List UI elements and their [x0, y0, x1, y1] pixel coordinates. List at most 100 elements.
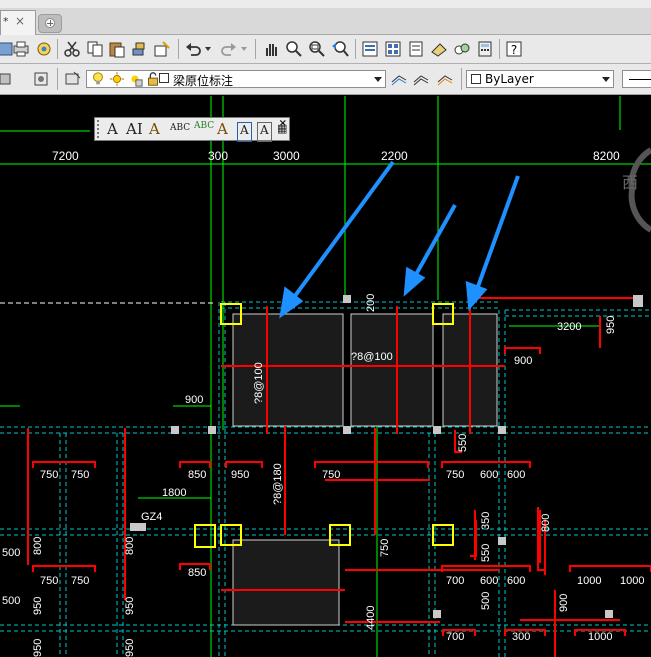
drawing-canvas[interactable]: 西 7200 300 3000 2200 8200 200 3200 950 9…	[0, 95, 651, 657]
tool-palettes-icon[interactable]	[407, 40, 425, 58]
spell-check-icon[interactable]: ABC	[194, 121, 214, 139]
slab-rebar-label: ?8@100	[351, 351, 393, 363]
dim-300: 300	[208, 149, 228, 163]
single-line-text-icon[interactable]: AI	[126, 120, 143, 138]
dim-2200: 2200	[381, 149, 408, 163]
justify-text-icon[interactable]: A	[257, 122, 272, 142]
dim-label: 600	[507, 469, 525, 481]
publish-icon[interactable]	[35, 40, 53, 58]
dim-label: 950	[124, 597, 136, 615]
layer-combo-value: 梁原位标注	[173, 74, 234, 88]
make-object-layer-current-icon[interactable]	[390, 70, 408, 88]
block-editor-icon[interactable]	[153, 40, 171, 58]
layers-toolbar: 梁原位标注 ByLayer	[0, 64, 651, 95]
text-style-icon[interactable]: A	[217, 120, 228, 138]
dim-label: 950	[231, 469, 249, 481]
layer-manager-icon[interactable]	[0, 70, 12, 88]
dim-label: 750	[40, 469, 58, 481]
dim-label: 800	[32, 537, 44, 555]
toolbar-grip[interactable]	[97, 120, 103, 138]
markup-icon[interactable]	[453, 40, 471, 58]
linetype-combo[interactable]	[622, 70, 651, 88]
dim-7200: 7200	[52, 149, 79, 163]
chevron-down-icon[interactable]	[240, 45, 248, 53]
edit-text-icon[interactable]: A	[149, 120, 160, 138]
dim-label: 750	[322, 469, 340, 481]
print-icon[interactable]	[12, 40, 30, 58]
viewport-freeze-icon[interactable]	[127, 71, 143, 87]
dim-label: 900	[185, 394, 203, 406]
plus-icon	[45, 18, 55, 28]
dim-label: 850	[188, 469, 206, 481]
layer-state-manager-icon[interactable]	[436, 70, 454, 88]
undo-icon[interactable]	[184, 40, 202, 58]
dim-label: 500	[480, 592, 492, 610]
redo-icon[interactable]	[220, 40, 238, 58]
column-label: GZ4	[141, 511, 162, 523]
dim-label: 1800	[162, 487, 186, 499]
structural-plan: 西 7200 300 3000 2200 8200 200 3200 950 9…	[0, 96, 651, 657]
sheet-set-icon[interactable]	[430, 40, 448, 58]
dim-label: 700	[446, 631, 464, 643]
dim-label: 600	[480, 575, 498, 587]
chevron-down-icon[interactable]	[204, 45, 212, 53]
help-icon[interactable]: ?	[505, 40, 523, 58]
dim-label: 600	[507, 575, 525, 587]
dim-label: 500	[2, 547, 20, 559]
close-icon[interactable]: ×	[279, 118, 287, 129]
chevron-down-icon[interactable]	[602, 77, 610, 82]
dim-label: 1000	[588, 631, 612, 643]
chevron-down-icon[interactable]	[374, 77, 382, 82]
cut-icon[interactable]	[63, 40, 81, 58]
dim-label: 900	[514, 355, 532, 367]
callout-arrows	[279, 160, 520, 319]
properties-icon[interactable]	[361, 40, 379, 58]
standard-toolbar: ?	[0, 35, 651, 64]
dim-label: 550	[480, 544, 492, 562]
dim-label: 950	[32, 597, 44, 615]
find-replace-icon[interactable]: ABC	[170, 123, 190, 141]
layer-previous-icon[interactable]	[412, 70, 430, 88]
zoom-window-icon[interactable]	[308, 40, 326, 58]
slab-rebar-label: ?8@100	[253, 362, 265, 404]
dim-label: 200	[365, 294, 377, 312]
dim-label: 750	[71, 469, 89, 481]
calculator-icon[interactable]	[476, 40, 494, 58]
color-combo[interactable]: ByLayer	[466, 70, 614, 88]
compass-label: 西	[622, 173, 638, 192]
drawing-tab-label: *	[3, 15, 9, 28]
color-combo-value: ByLayer	[485, 72, 534, 86]
linetype-preview	[629, 79, 651, 80]
dim-label: 1000	[577, 575, 601, 587]
dim-label: 750	[379, 539, 391, 557]
paste-icon[interactable]	[108, 40, 126, 58]
match-properties-icon[interactable]	[130, 40, 148, 58]
close-icon[interactable]: ×	[15, 14, 25, 28]
zoom-previous-icon[interactable]	[331, 40, 349, 58]
lightbulb-icon[interactable]	[90, 71, 106, 87]
layer-combo[interactable]: 梁原位标注	[86, 70, 386, 88]
drawing-tab[interactable]: * ×	[0, 10, 36, 35]
dim-label: 350	[480, 512, 492, 530]
sun-icon[interactable]	[109, 71, 125, 87]
dim-label: 1000	[620, 575, 644, 587]
dim-label: 900	[558, 594, 570, 612]
dim-label: 3200	[557, 321, 581, 333]
dim-label: 850	[188, 567, 206, 579]
multiline-text-icon[interactable]: A	[107, 120, 118, 138]
design-center-icon[interactable]	[384, 40, 402, 58]
dim-label: 300	[512, 631, 530, 643]
dim-label: 600	[480, 469, 498, 481]
dim-label: 950	[124, 639, 136, 657]
scale-text-icon[interactable]: A	[237, 122, 252, 142]
dim-label: 800	[124, 537, 136, 555]
layer-state-icon[interactable]	[32, 70, 50, 88]
dim-label: 950	[605, 316, 617, 334]
copy-icon[interactable]	[86, 40, 104, 58]
zoom-realtime-icon[interactable]	[285, 40, 303, 58]
pan-icon[interactable]	[262, 40, 280, 58]
new-tab-button[interactable]	[38, 14, 62, 33]
dim-label: 700	[446, 575, 464, 587]
text-toolbar: A AI A ABC ABC A A A ▦ ×	[94, 117, 290, 142]
make-current-layer-icon[interactable]	[64, 70, 82, 88]
